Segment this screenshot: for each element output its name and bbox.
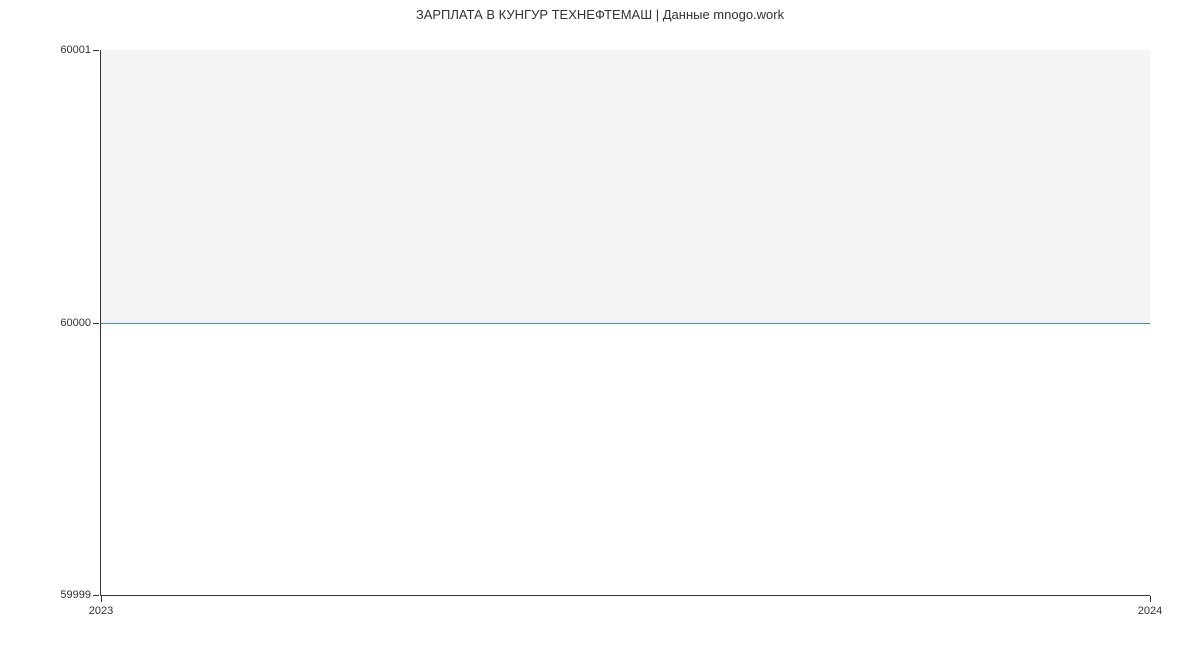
y-axis-tick	[93, 595, 99, 596]
data-series-line	[101, 323, 1150, 324]
y-axis-tick	[93, 50, 99, 51]
plot-area: 59999 60000 60001 2023 2024	[100, 50, 1150, 596]
x-axis-label: 2023	[89, 605, 113, 617]
chart-title: ЗАРПЛАТА В КУНГУР ТЕХНЕФТЕМАШ | Данные m…	[0, 7, 1200, 22]
plot-bg-bottom	[101, 323, 1150, 596]
x-axis-tick	[101, 596, 102, 602]
y-axis-label: 59999	[60, 589, 91, 601]
y-axis-tick	[93, 323, 99, 324]
y-axis-label: 60000	[60, 317, 91, 329]
y-axis-label: 60001	[60, 44, 91, 56]
x-axis-label: 2024	[1138, 605, 1162, 617]
x-axis-tick	[1150, 596, 1151, 602]
